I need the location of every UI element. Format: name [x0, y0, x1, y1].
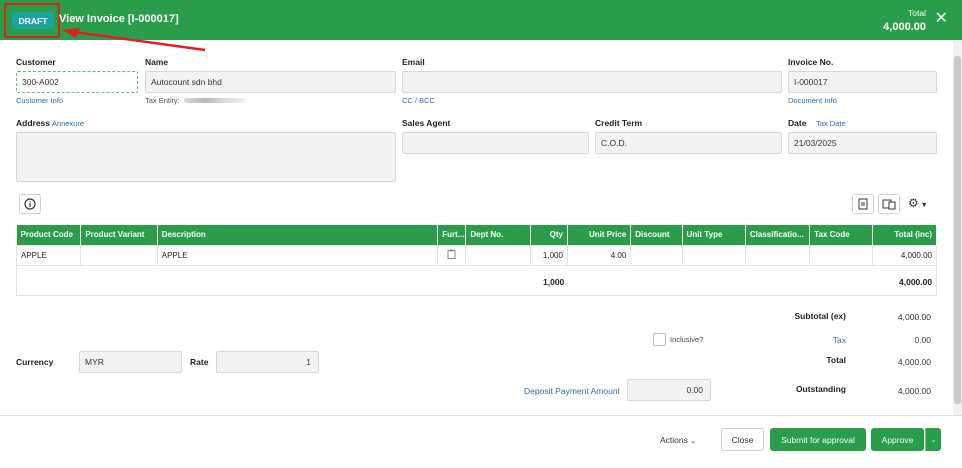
col-classification[interactable]: Classificatio... — [745, 225, 811, 245]
sales-agent-label: Sales Agent — [402, 118, 451, 128]
submit-for-approval-button[interactable]: Submit for approval — [770, 428, 866, 451]
table-row[interactable]: APPLE APPLE 1,000 4.00 4,000.00 — [15, 244, 938, 266]
total-value: 4,000.00 — [897, 357, 931, 367]
close-button[interactable]: Close — [721, 428, 764, 451]
chevron-down-icon: ▼ — [918, 202, 928, 209]
currency-field[interactable]: MYR — [79, 351, 182, 373]
total-label: Total — [826, 355, 846, 365]
sum-qty: 1,000 — [543, 277, 565, 287]
col-discount[interactable]: Discount — [630, 225, 683, 245]
chevron-down-icon: ⌄ — [930, 436, 937, 444]
annotation-arrow-icon — [62, 28, 206, 52]
document-icon — [858, 198, 868, 210]
document-info-link[interactable]: Document Info — [788, 96, 837, 105]
col-total-inc[interactable]: Total (inc) — [872, 225, 938, 245]
deposit-payment-link[interactable]: Deposit Payment Amount — [524, 386, 620, 396]
col-further-description[interactable]: Furt... — [437, 225, 467, 245]
name-field[interactable]: Autocount sdn bhd — [145, 71, 396, 93]
table-summary-row — [16, 266, 937, 296]
scrollbar-thumb[interactable] — [954, 56, 961, 404]
credit-term-field[interactable]: C.O.D. — [595, 132, 782, 154]
tax-link[interactable]: Tax — [760, 335, 846, 345]
col-product-variant[interactable]: Product Variant — [80, 225, 158, 245]
col-product-code[interactable]: Product Code — [16, 225, 82, 245]
email-label: Email — [402, 57, 425, 67]
cell-total[interactable]: 4,000.00 — [871, 244, 938, 266]
credit-term-label: Credit Term — [595, 118, 643, 128]
invoice-items-table: Product Code Product Variant Description… — [15, 225, 938, 266]
cell-discount[interactable] — [630, 244, 683, 266]
sum-total: 4,000.00 — [899, 277, 933, 287]
cell-description[interactable]: APPLE — [156, 244, 439, 266]
annexure-link[interactable]: Annexure — [52, 119, 84, 128]
outstanding-label: Outstanding — [795, 384, 846, 394]
sales-agent-field[interactable] — [402, 132, 589, 154]
actions-label: Actions — [660, 435, 688, 445]
cell-unit-type[interactable] — [681, 244, 746, 266]
name-label: Name — [145, 57, 169, 67]
cell-qty[interactable]: 1,000 — [529, 244, 568, 266]
outstanding-value: 4,000.00 — [897, 386, 931, 396]
subtotal-label: Subtotal (ex) — [794, 311, 846, 321]
email-field[interactable] — [402, 71, 782, 93]
col-tax-code[interactable]: Tax Code — [809, 225, 873, 245]
cell-dept-no[interactable] — [465, 244, 531, 266]
rate-field[interactable]: 1 — [216, 351, 319, 373]
invoice-no-label: Invoice No. — [788, 57, 834, 67]
cell-unit-price[interactable]: 4.00 — [566, 244, 632, 266]
cell-classification[interactable] — [744, 244, 811, 266]
header-total-value: 4,000.00 — [883, 21, 926, 33]
subtotal-value: 4,000.00 — [897, 312, 931, 322]
document-view-button[interactable] — [852, 194, 874, 214]
customer-field[interactable]: 300-A002 — [16, 71, 138, 93]
approve-dropdown-button[interactable]: ⌄ — [925, 428, 941, 451]
invoice-window: DRAFT View Invoice [I-000017] Total 4,00… — [0, 0, 962, 468]
info-button[interactable] — [19, 194, 41, 214]
currency-label: Currency — [16, 357, 54, 367]
inclusive-checkbox[interactable] — [653, 333, 666, 346]
approve-button[interactable]: Approve — [871, 428, 924, 451]
header-total-label: Total — [908, 8, 926, 18]
date-label: Date — [788, 118, 807, 128]
rate-label: Rate — [190, 357, 209, 367]
tax-value: 0.00 — [914, 335, 931, 345]
cell-product-variant[interactable] — [80, 244, 158, 266]
col-unit-price[interactable]: Unit Price — [567, 225, 632, 245]
tax-entity-value-redacted — [184, 98, 246, 103]
address-field[interactable] — [16, 132, 396, 182]
tax-date-link[interactable]: Tax Date — [816, 119, 846, 128]
page-title: View Invoice [I-000017] — [59, 13, 179, 25]
date-field[interactable]: 21/03/2025 — [788, 132, 937, 154]
settings-gear-icon[interactable]: ⚙ ▼ — [908, 196, 928, 210]
deposit-field[interactable]: 0.00 — [627, 379, 711, 401]
customer-label: Customer — [16, 57, 56, 67]
col-description[interactable]: Description — [157, 225, 439, 245]
annotation-highlight-box — [4, 3, 60, 38]
cell-further-description[interactable] — [437, 244, 467, 266]
cell-tax-code[interactable] — [809, 244, 873, 266]
info-icon — [24, 198, 36, 210]
col-qty[interactable]: Qty — [530, 225, 568, 245]
col-unit-type[interactable]: Unit Type — [682, 225, 746, 245]
customer-info-link[interactable]: Customer Info — [16, 96, 63, 105]
footer-bar: Actions ⌄ Close Submit for approval Appr… — [0, 415, 962, 468]
chevron-down-icon: ⌄ — [690, 438, 697, 445]
tax-entity-label: Tax Entity: — [145, 96, 180, 105]
col-dept-no[interactable]: Dept No. — [465, 225, 531, 245]
clipboard-icon — [447, 249, 456, 259]
layout-icon — [882, 199, 896, 210]
layout-button[interactable] — [878, 194, 900, 214]
table-header-row: Product Code Product Variant Description… — [16, 225, 938, 245]
close-icon[interactable]: ✕ — [935, 11, 948, 27]
inclusive-label: Inclusive? — [670, 335, 704, 344]
address-label: Address — [16, 118, 51, 128]
cell-product-code[interactable]: APPLE — [15, 244, 82, 266]
cc-bcc-link[interactable]: CC / BCC — [402, 96, 435, 105]
invoice-no-field[interactable]: I-000017 — [788, 71, 937, 93]
actions-menu[interactable]: Actions ⌄ — [660, 435, 696, 445]
